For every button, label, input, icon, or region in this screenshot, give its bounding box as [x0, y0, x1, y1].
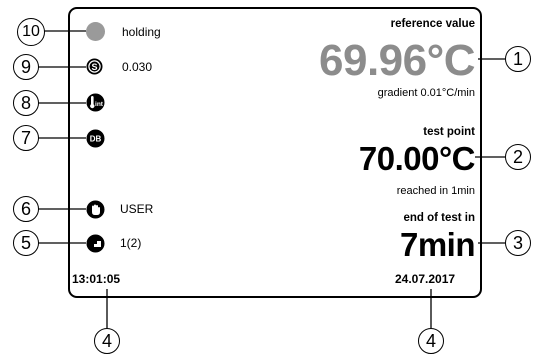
svg-text:S: S [91, 62, 97, 72]
date-text: 24.07.2017 [395, 272, 456, 286]
database-row: DB [86, 129, 105, 148]
thermometer-int-icon: int [86, 93, 105, 112]
user-mode-row: USER [86, 200, 154, 219]
gray-dot-icon [86, 22, 105, 41]
hand-icon [86, 200, 105, 219]
end-of-test-header: end of test in [403, 212, 475, 224]
callout-4-date: 4 [418, 328, 444, 354]
callout-7: 7 [13, 125, 39, 151]
reached-in-text: reached in 1min [396, 185, 475, 197]
mode-label: USER [120, 201, 154, 216]
program-row: 1(2) [86, 234, 142, 253]
callout-5: 5 [13, 230, 39, 256]
svg-text:DB: DB [90, 135, 102, 144]
holding-label: holding [122, 24, 161, 39]
callout-9: 9 [13, 54, 39, 80]
callout-8: 8 [13, 90, 39, 116]
holding-row: holding [86, 22, 161, 41]
program-step: 1(2) [120, 235, 142, 250]
stability-row: S 0.030 [86, 58, 152, 75]
clock-time: 13:01:05 [72, 272, 121, 286]
stability-s-icon: S [86, 58, 103, 75]
callout-1: 1 [505, 46, 531, 72]
reference-header: reference value [390, 18, 475, 30]
db-icon: DB [86, 129, 105, 148]
reference-value: 69.96°C [319, 36, 475, 85]
end-of-test-value: 7min [399, 226, 476, 263]
internal-sensor-row: int [86, 93, 105, 112]
svg-text:int: int [95, 101, 104, 108]
callout-3: 3 [505, 230, 531, 256]
gradient-text: gradient 0.01°C/min [377, 87, 475, 99]
callout-6: 6 [13, 196, 39, 222]
step-icon [86, 234, 105, 253]
callout-10: 10 [17, 18, 45, 46]
callout-2: 2 [505, 144, 531, 170]
test-point-value: 70.00°C [358, 140, 476, 177]
test-point-header: test point [423, 126, 475, 138]
callout-4-time: 4 [94, 328, 120, 354]
stability-value: 0.030 [122, 59, 153, 74]
